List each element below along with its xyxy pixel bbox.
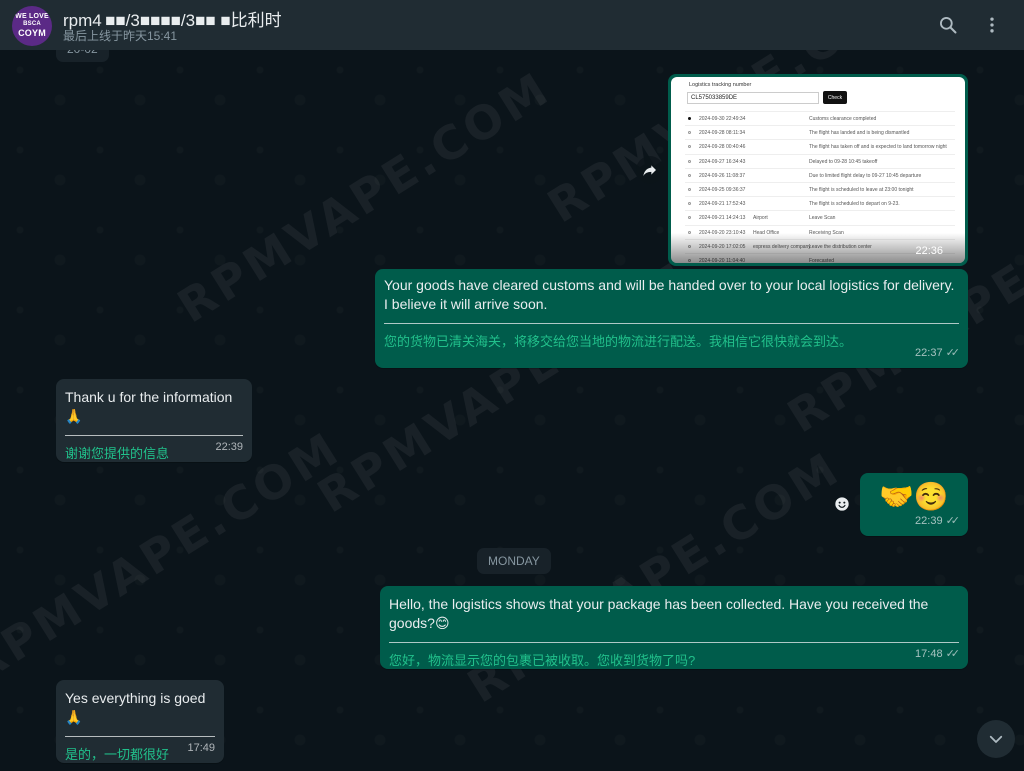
outgoing-emoji-message[interactable]: 🤝☺️ 22:39 ✓✓ [860, 473, 968, 536]
tracking-row: 2024-09-28 00:40:46 The flight has taken … [685, 139, 955, 153]
tracking-time: 2024-09-27 16:34:43 [699, 158, 746, 165]
tracking-row: 2024-09-21 17:52:43 The flight is schedul… [685, 196, 955, 210]
avatar-line1: WE LOVE [15, 13, 49, 21]
chat-pane[interactable]: RPMVAPE.COM RPMVAPE.COM RPMVAPE.COM RPMV… [0, 50, 1024, 771]
tracking-event: The flight has landed and is being disma… [809, 130, 910, 137]
message-time: 17:48 [915, 648, 943, 660]
forward-icon[interactable] [636, 156, 664, 184]
timeline-dot-icon [688, 202, 691, 206]
tracking-event: Delayed to 09-28 10:45 takeoff [809, 158, 878, 165]
incoming-message[interactable]: Yes everything is goed 🙏 是的，一切都很好 17:49 [56, 680, 224, 763]
message-text: Hello, the logistics shows that your pac… [389, 596, 929, 631]
tracking-row: 2024-09-28 08:11:34 The flight has landed… [685, 125, 955, 139]
handshake-smile-emoji: 🤝☺️ [879, 481, 949, 512]
praying-hands-emoji: 🙏 [65, 709, 83, 725]
message-text-line: Yes everything is goed 🙏 [65, 689, 215, 727]
message-meta: 22:39 [215, 438, 243, 457]
avatar-line2: BSCA [23, 21, 41, 28]
incoming-message[interactable]: Thank u for the information 🙏 谢谢您提供的信息 2… [56, 379, 252, 462]
message-meta: 22:39 ✓✓ [915, 512, 961, 531]
double-check-icon: ✓✓ [945, 515, 961, 527]
tracking-time: 2024-09-30 22:49:34 [699, 116, 746, 122]
chevron-down-icon [989, 735, 1003, 743]
date-chip: MONDAY [477, 548, 551, 574]
timeline-dot-icon [688, 145, 691, 149]
message-meta: 22:37 ✓✓ [915, 344, 961, 363]
emoji-react-icon[interactable] [831, 493, 853, 515]
check-button: Check [823, 91, 847, 104]
message-time: 17:49 [187, 742, 215, 754]
praying-hands-emoji: 🙏 [65, 408, 83, 424]
message-translation: 您好，物流显示您的包裹已被收取。您收到货物了吗? [389, 653, 696, 668]
watermark: RPMVAPE.COM [458, 440, 851, 714]
timeline-dot-icon [688, 188, 691, 191]
message-meta: 17:49 [187, 739, 215, 758]
tracking-location: Airport [753, 215, 768, 222]
tracking-time: 2024-09-25 09:36:37 [699, 187, 746, 193]
message-time: 22:39 [915, 515, 943, 527]
timeline-dot-icon [688, 131, 691, 135]
scroll-down-button[interactable] [977, 720, 1015, 758]
message-text: Yes everything is goed [65, 690, 206, 706]
divider [389, 642, 959, 643]
avatar[interactable]: WE LOVE BSCA COYM [12, 6, 52, 46]
tracking-time: 2024-09-28 08:11:34 [699, 130, 746, 137]
tracking-time: 2024-09-21 14:24:13 [699, 215, 746, 222]
last-seen: 最后上线于昨天15:41 [63, 29, 178, 43]
message-text: Your goods have cleared customs and will… [384, 277, 955, 312]
double-check-icon: ✓✓ [945, 648, 961, 660]
tracking-time: 2024-09-26 11:08:37 [699, 172, 746, 179]
date-chip-top: 20-02 [56, 50, 109, 62]
tracking-row: 2024-09-25 09:36:37 The flight is schedul… [685, 182, 955, 196]
tracking-label: Logistics tracking number [689, 82, 752, 88]
timeline-dot-icon [688, 216, 691, 220]
tracking-screenshot[interactable]: Logistics tracking number CL575033859DE … [671, 77, 965, 263]
divider [384, 323, 959, 324]
divider [65, 736, 215, 737]
message-time: 22:37 [915, 347, 943, 359]
search-icon[interactable] [936, 13, 960, 37]
tracking-row: 2024-09-27 16:34:43 Delayed to 09-28 10:4… [685, 153, 955, 168]
tracking-event: Due to limited flight delay to 09-27 10:… [809, 172, 922, 179]
avatar-line3: COYM [18, 28, 46, 39]
tracking-row: 2024-09-26 11:08:37 Due to limited flight… [685, 167, 955, 182]
message-text: Thank u for the information [65, 389, 233, 405]
outgoing-message[interactable]: Hello, the logistics shows that your pac… [380, 586, 968, 669]
image-message[interactable]: Logistics tracking number CL575033859DE … [668, 74, 968, 266]
double-check-icon: ✓✓ [945, 347, 961, 359]
tracking-number-field: CL575033859DE [687, 92, 819, 104]
message-text-line: Hello, the logistics shows that your pac… [389, 595, 959, 633]
chat-header: WE LOVE BSCA COYM rpm4 ■■/3■■■■/3■■ ■比利时… [0, 0, 1024, 50]
tracking-row: 2024-09-21 14:24:13 Airport Leave Scan [685, 210, 955, 224]
timeline-dot-icon [688, 159, 691, 163]
more-vertical-icon[interactable] [980, 13, 1004, 37]
tracking-event: Leave Scan [809, 215, 836, 222]
message-text-line: Thank u for the information 🙏 [65, 388, 243, 426]
tracking-row: 2024-09-30 22:49:34 Customs clearance com… [685, 111, 955, 125]
divider [65, 435, 243, 436]
tracking-event: The flight is scheduled to depart on 9-2… [809, 201, 900, 208]
tracking-event: Customs clearance completed [809, 116, 877, 122]
smile-emoji: 😊 [434, 615, 450, 631]
tracking-event: The flight has taken off and is expected… [809, 144, 947, 151]
message-meta: 17:48 ✓✓ [915, 645, 961, 664]
tracking-time: 2024-09-28 00:40:46 [699, 144, 746, 151]
tracking-time: 2024-09-21 17:52:43 [699, 201, 746, 208]
message-translation: 您的货物已清关海关，将移交给您当地的物流进行配送。我相信它很快就会到达。 [384, 334, 853, 349]
timeline-dot-icon [688, 117, 691, 120]
outgoing-message[interactable]: Your goods have cleared customs and will… [375, 269, 968, 368]
timeline-dot-icon [688, 173, 691, 177]
message-time: 22:36 [915, 245, 943, 257]
tracking-event: The flight is scheduled to leave at 23:0… [809, 187, 914, 193]
message-time: 22:39 [215, 441, 243, 453]
